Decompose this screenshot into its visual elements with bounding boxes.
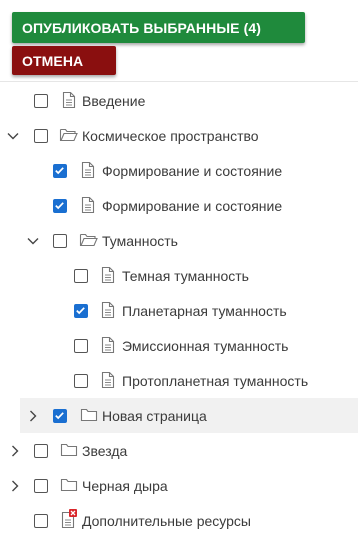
tree-item-label: Темная туманность [122,268,249,284]
folder-icon [60,441,78,459]
tree-item[interactable]: Темная туманность [0,258,358,293]
document-icon [80,196,96,214]
checkbox[interactable] [74,374,88,388]
cancel-button[interactable]: ОТМЕНА [12,46,116,75]
tree-item[interactable]: Формирование и состояние [0,188,358,223]
document-icon [100,371,116,389]
document-icon [100,301,116,319]
tree-item-label: Дополнительные ресурсы [82,513,251,529]
tree-item-label: Новая страница [102,408,207,424]
checkbox-checked[interactable] [53,199,67,213]
folder-icon [60,476,78,494]
tree-item[interactable]: Эмиссионная туманность [0,328,358,363]
toolbar: ОПУБЛИКОВАТЬ ВЫБРАННЫЕ (4) ОТМЕНА [0,0,358,80]
tree-item-label: Планетарная туманность [122,303,287,319]
tree-item[interactable]: Введение [0,83,358,118]
tree-item[interactable]: Космическое пространство [0,118,358,153]
tree-item-label: Космическое пространство [82,128,259,144]
document-icon [100,336,116,354]
checkbox[interactable] [34,129,48,143]
tree-item[interactable]: Туманность [0,223,358,258]
divider [0,81,358,82]
chevron-down-icon[interactable] [26,234,40,248]
chevron-right-icon[interactable] [8,479,22,493]
checkbox[interactable] [53,234,67,248]
checkbox[interactable] [34,444,48,458]
tree-item-label: Протопланетная туманность [122,373,309,389]
folder-icon [80,406,98,424]
tree-item[interactable]: Звезда [0,433,358,468]
folder-open-icon [79,231,99,249]
tree-item-selected[interactable]: Новая страница [20,398,358,433]
checkbox[interactable] [74,339,88,353]
tree-item-label: Формирование и состояние [102,198,283,214]
checkbox[interactable] [34,479,48,493]
chevron-right-icon[interactable] [8,444,22,458]
tree-item[interactable]: Протопланетная туманность [0,363,358,398]
tree-item[interactable]: Черная дыра [0,468,358,503]
checkbox[interactable] [34,94,48,108]
tree-item[interactable]: Формирование и состояние [0,153,358,188]
chevron-down-icon[interactable] [6,129,20,143]
publish-selected-button[interactable]: ОПУБЛИКОВАТЬ ВЫБРАННЫЕ (4) [12,12,305,43]
tree-item-label: Эмиссионная туманность [122,338,289,354]
checkbox-checked[interactable] [74,304,88,318]
tree-item-label: Введение [82,93,146,109]
document-error-icon [60,509,78,529]
document-icon [100,266,116,284]
tree-item-label: Туманность [102,233,178,249]
checkbox-checked[interactable] [53,164,67,178]
checkbox-checked[interactable] [53,409,67,423]
tree-item-label: Звезда [82,443,128,459]
document-icon [80,161,96,179]
checkbox[interactable] [74,269,88,283]
checkbox[interactable] [34,514,48,528]
tree-item[interactable]: Планетарная туманность [0,293,358,328]
tree-item[interactable]: Дополнительные ресурсы [0,503,358,538]
document-icon [61,91,77,109]
tree-item-label: Формирование и состояние [102,163,283,179]
tree-item-label: Черная дыра [82,478,168,494]
folder-open-icon [59,126,79,144]
chevron-right-icon[interactable] [26,409,40,423]
